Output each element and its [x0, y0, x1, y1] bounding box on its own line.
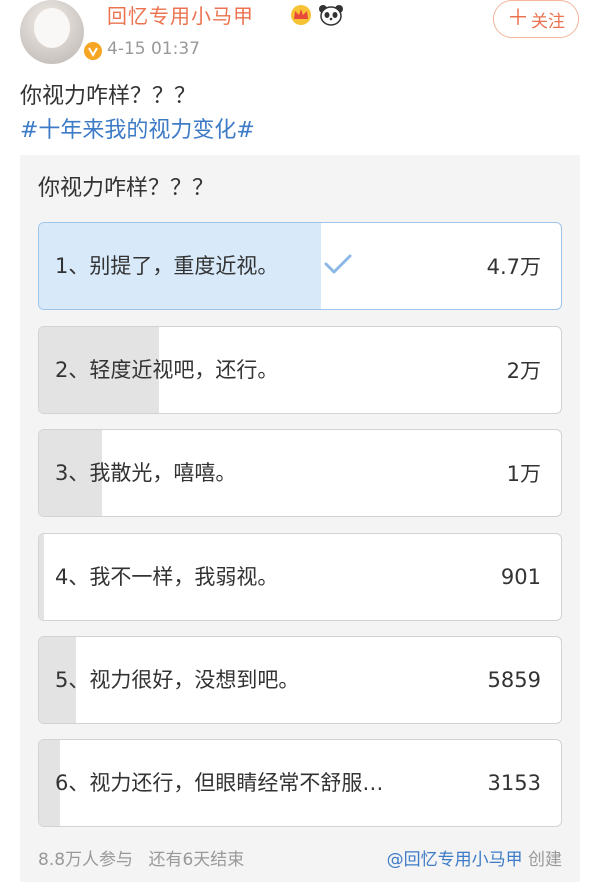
poll-option-count: 5859 — [487, 668, 541, 692]
poll-created-label: 创建 — [528, 850, 562, 870]
avatar[interactable] — [20, 0, 104, 64]
poll-option-6[interactable]: 6、视力还行，但眼睛经常不舒服… 3153 — [38, 739, 562, 827]
poll-remaining: 还有6天结束 — [148, 850, 245, 870]
poll-option-fill — [39, 534, 45, 620]
poll-card: 你视力咋样？？？ 1、别提了，重度近视。 4.7万 2、轻度近视吧，还行。 2万… — [20, 155, 580, 882]
poll-option-label: 4、我不一样，我弱视。 — [55, 565, 279, 589]
hashtag-link[interactable]: #十年来我的视力变化# — [20, 116, 255, 146]
avatar-face — [34, 8, 70, 48]
poll-option-4[interactable]: 4、我不一样，我弱视。 901 — [38, 533, 562, 621]
poll-option-label: 6、视力还行，但眼睛经常不舒服… — [55, 771, 384, 795]
poll-option-label: 3、我散光，嘻嘻。 — [55, 461, 237, 485]
poll-stats: 8.8万人参与 还有6天结束 — [38, 848, 244, 872]
username[interactable]: 回忆专用小马甲 — [107, 0, 254, 32]
poll-option-count: 901 — [500, 565, 541, 589]
poll-option-3[interactable]: 3、我散光，嘻嘻。 1万 — [38, 429, 562, 517]
post-timestamp: 4-15 01:37 — [107, 39, 200, 59]
follow-button[interactable]: ＋ 关注 — [493, 0, 579, 38]
poll-option-count: 2万 — [506, 359, 541, 383]
poll-option-label: 5、视力很好，没想到吧。 — [55, 668, 300, 692]
crown-icon — [289, 4, 313, 30]
poll-option-count: 1万 — [506, 462, 541, 486]
poll-creator-link[interactable]: @回忆专用小马甲 — [387, 850, 523, 870]
poll-option-1[interactable]: 1、别提了，重度近视。 4.7万 — [38, 222, 562, 310]
post-text: 你视力咋样？？？ — [20, 84, 197, 109]
verified-badge-icon — [82, 40, 104, 62]
poll-option-count: 3153 — [487, 771, 541, 795]
follow-label: 关注 — [531, 11, 565, 32]
poll-option-label: 1、别提了，重度近视。 — [55, 254, 279, 278]
poll-creator-info: @回忆专用小马甲 创建 — [387, 848, 562, 872]
poll-option-5[interactable]: 5、视力很好，没想到吧。 5859 — [38, 636, 562, 724]
poll-participants: 8.8万人参与 — [38, 850, 134, 870]
poll-option-count: 4.7万 — [486, 255, 541, 279]
poll-option-2[interactable]: 2、轻度近视吧，还行。 2万 — [38, 326, 562, 414]
poll-question: 你视力咋样？？？ — [38, 176, 215, 201]
poll-option-label: 2、轻度近视吧，还行。 — [55, 358, 279, 382]
check-icon — [323, 253, 353, 279]
panda-icon — [318, 4, 344, 30]
plus-icon: ＋ — [506, 6, 529, 31]
